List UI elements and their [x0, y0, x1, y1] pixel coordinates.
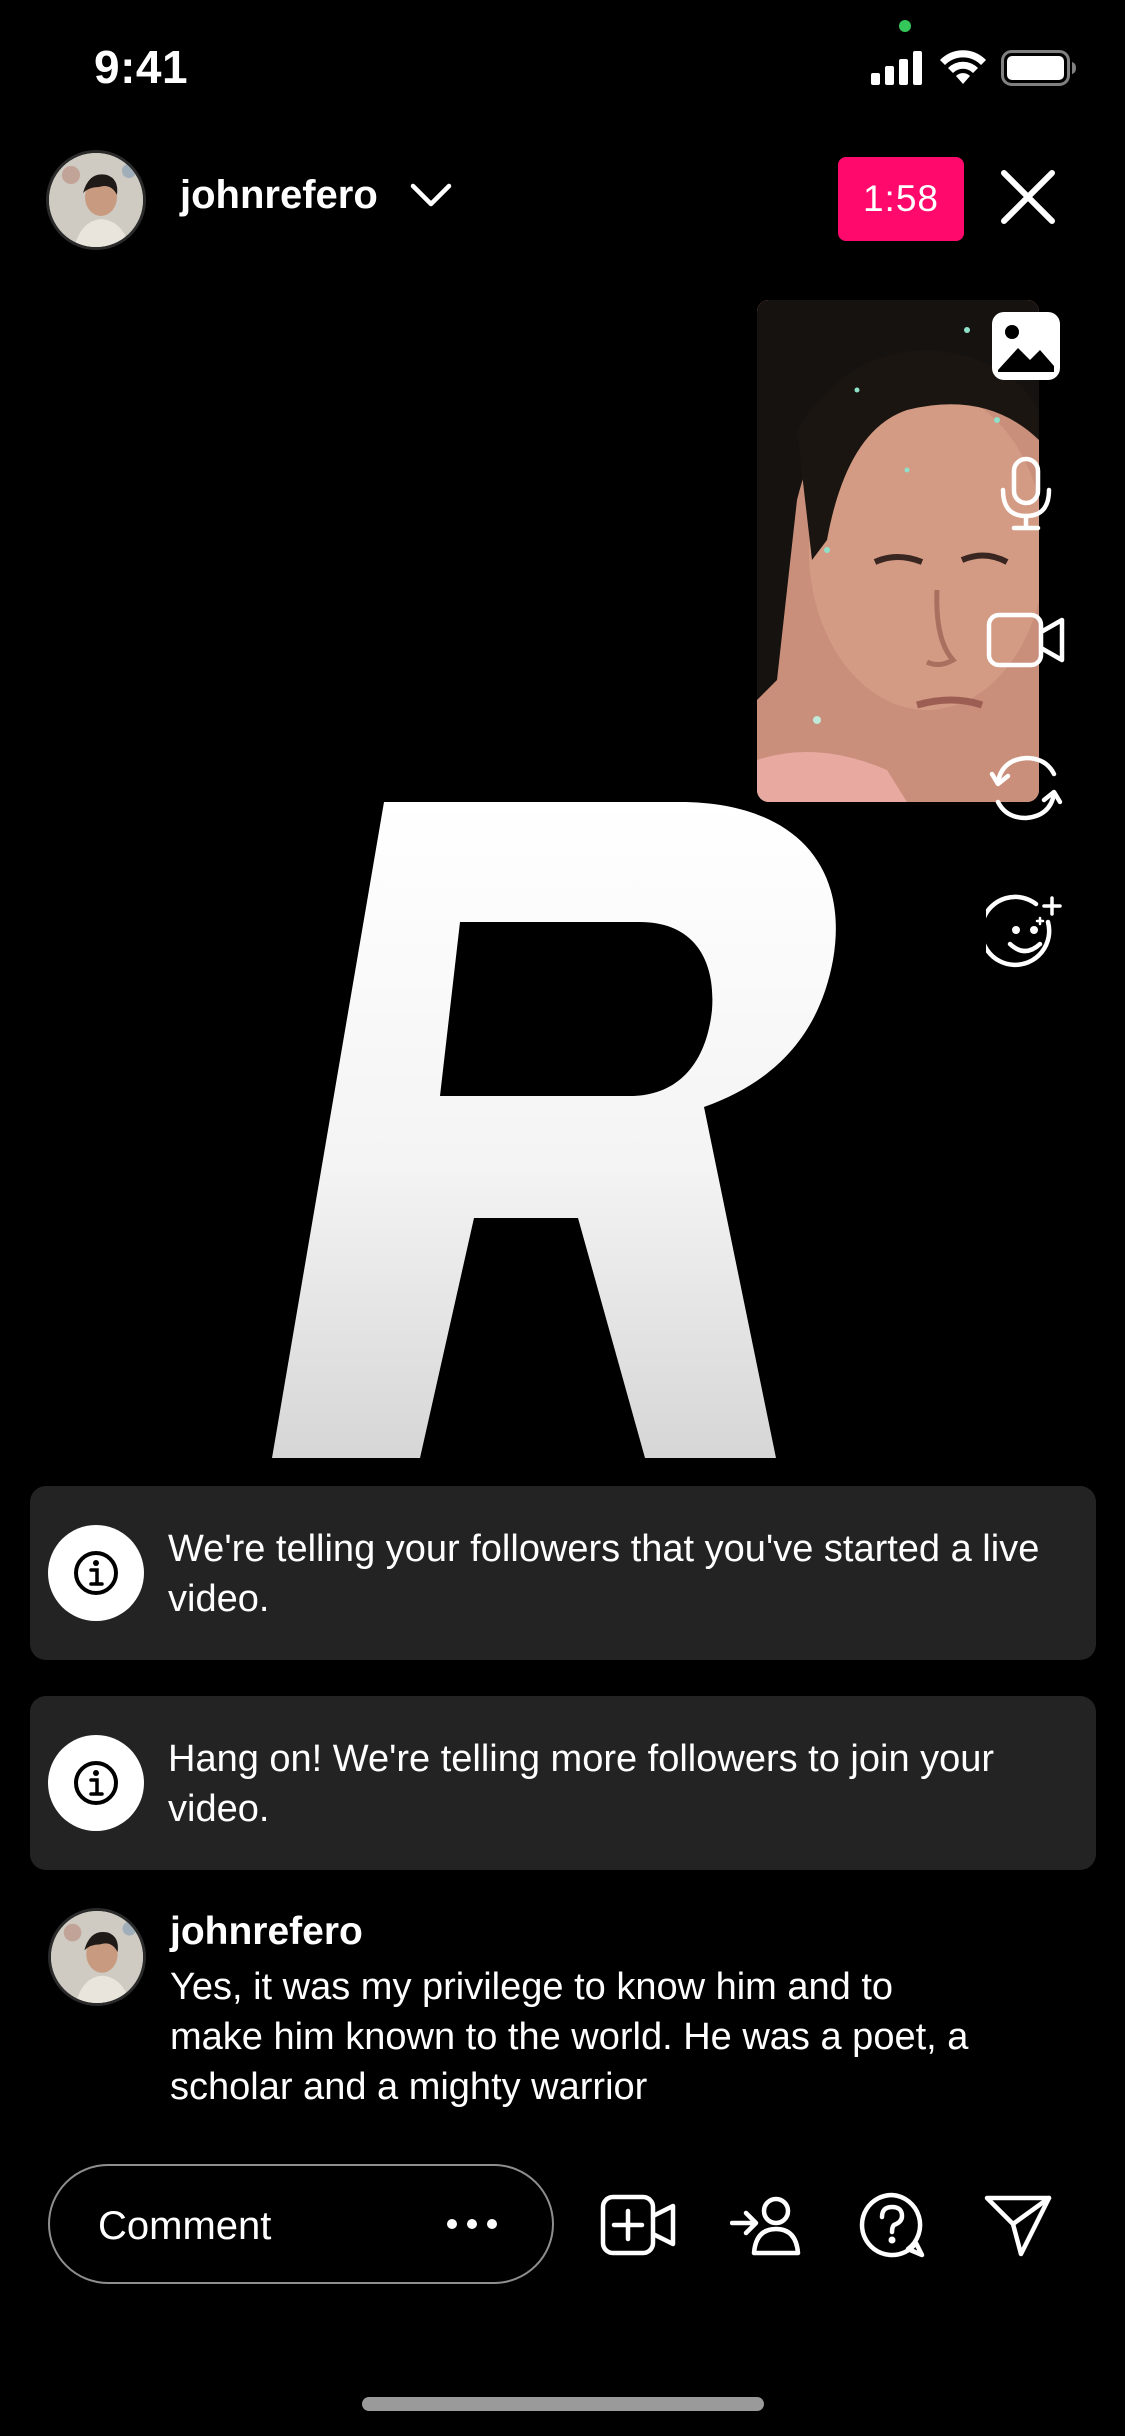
host-avatar[interactable] — [46, 150, 146, 250]
live-notice: Hang on! We're telling more followers to… — [30, 1696, 1096, 1870]
image-icon[interactable] — [984, 304, 1068, 388]
camera-in-use-indicator — [899, 20, 911, 32]
comment-input[interactable]: Comment — [48, 2164, 554, 2284]
notice-text: We're telling your followers that you've… — [168, 1528, 1040, 1620]
comment-placeholder: Comment — [98, 2204, 272, 2248]
commenter-avatar[interactable] — [48, 1908, 146, 2006]
info-icon — [48, 1735, 144, 1831]
live-timer-badge: 1:58 — [838, 157, 964, 241]
notice-text: Hang on! We're telling more followers to… — [168, 1738, 995, 1830]
info-icon — [48, 1525, 144, 1621]
cellular-signal-icon — [871, 51, 922, 85]
close-icon[interactable] — [996, 165, 1060, 229]
microphone-icon[interactable] — [984, 452, 1068, 536]
home-indicator[interactable] — [362, 2397, 764, 2411]
chevron-down-icon[interactable] — [410, 181, 452, 209]
status-bar: 9:41 — [0, 0, 1125, 132]
live-notice: We're telling your followers that you've… — [30, 1486, 1096, 1660]
invite-icon[interactable] — [726, 2188, 806, 2262]
commenter-username[interactable]: johnrefero — [170, 1910, 363, 1954]
host-username[interactable]: johnrefero — [180, 173, 378, 218]
wifi-icon — [940, 50, 986, 84]
battery-icon — [1001, 50, 1076, 86]
share-icon[interactable] — [978, 2188, 1058, 2262]
comment-text: Yes, it was my privilege to know him and… — [170, 1966, 969, 2108]
status-time: 9:41 — [94, 41, 189, 93]
flip-camera-icon[interactable] — [984, 746, 1068, 830]
question-icon[interactable] — [852, 2188, 932, 2262]
add-video-guest-icon[interactable] — [598, 2188, 678, 2262]
video-camera-icon[interactable] — [984, 598, 1068, 682]
live-header: johnrefero 1:58 — [0, 145, 1125, 255]
more-options-icon[interactable] — [444, 2204, 500, 2244]
stage-graphic-r — [272, 802, 836, 1458]
status-icons — [871, 50, 1077, 86]
effects-icon[interactable] — [984, 892, 1068, 976]
